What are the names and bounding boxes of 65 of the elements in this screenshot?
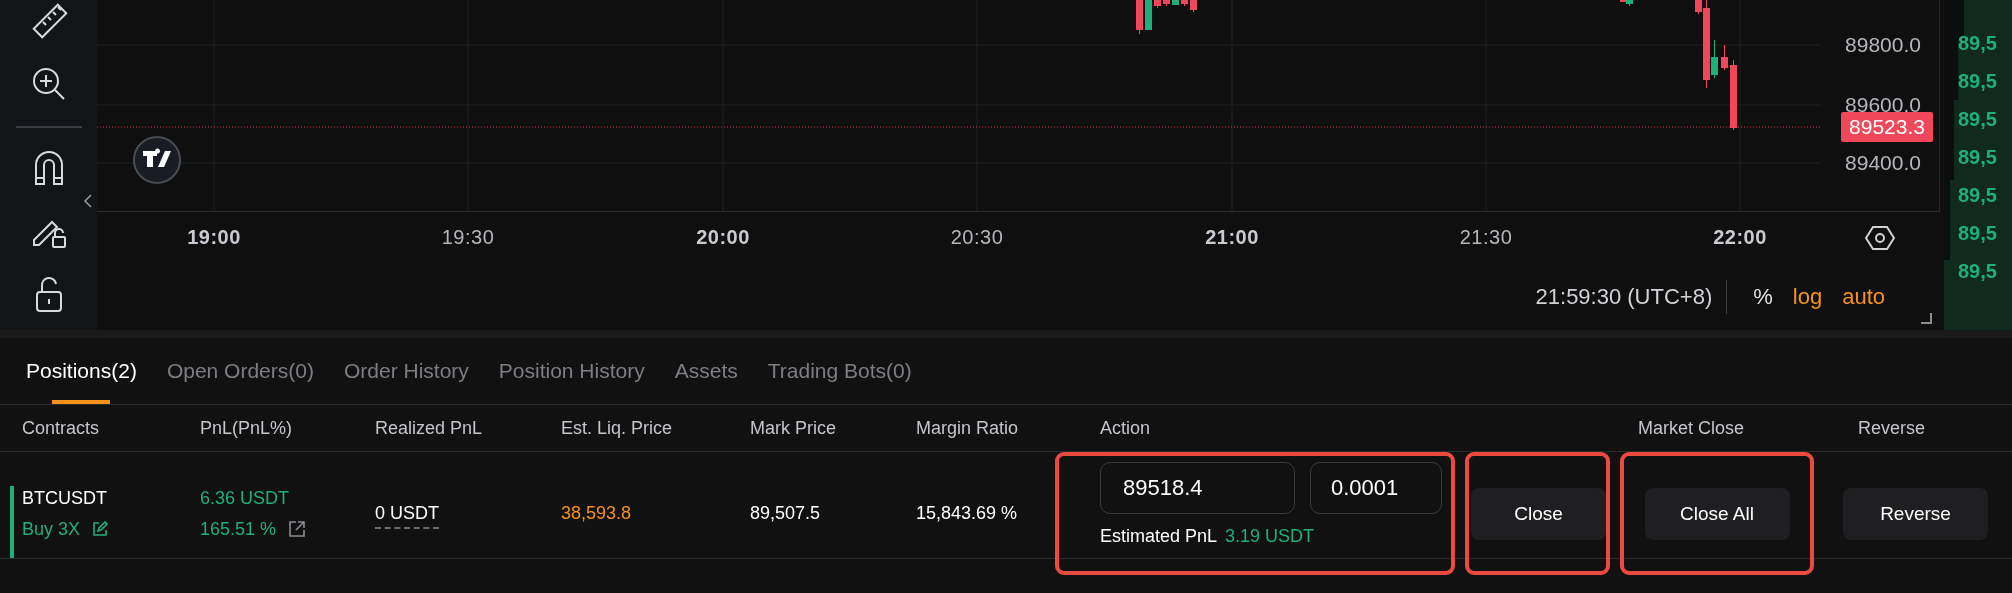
quantity-input[interactable]: 0.0001 xyxy=(1310,462,1442,514)
candlestick xyxy=(1163,0,1170,7)
realized-pnl: 0 USDT xyxy=(375,503,439,529)
column-header: Reverse xyxy=(1857,417,1926,438)
edit-icon[interactable] xyxy=(92,521,109,537)
tab[interactable]: Assets xyxy=(674,338,738,404)
pnl-value: 6.36 USDT xyxy=(200,487,291,509)
order-book-price: 89,5 xyxy=(1957,146,1998,169)
liquidation-price: 38,593.8 xyxy=(561,503,632,523)
scale-button[interactable]: % xyxy=(1743,284,1783,310)
column-header: PnL(PnL%) xyxy=(200,417,293,438)
share-icon[interactable] xyxy=(288,520,307,538)
price-axis-label: 89800.0 xyxy=(1845,33,1921,57)
order-book-price: 89,5 xyxy=(1957,70,1998,93)
pnl-percent: 165.51 % xyxy=(200,518,277,540)
order-book-price: 89,5 xyxy=(1957,32,1998,55)
tab[interactable]: Positions(2) xyxy=(26,338,137,404)
time-axis-label: 20:30 xyxy=(950,226,1004,249)
order-book-price: 89,5 xyxy=(1957,184,1998,207)
clock-text: 21:59:30 (UTC+8) xyxy=(1535,284,1714,310)
candlestick xyxy=(1172,0,1179,6)
column-header: Realized PnL xyxy=(375,417,483,438)
order-book-price: 89,5 xyxy=(1957,260,1998,283)
estimated-pnl-text: Estimated PnL 3.19 USDT xyxy=(1100,526,1316,547)
last-price-label: 89523.3 xyxy=(1841,112,1933,142)
scale-button[interactable]: log xyxy=(1782,284,1833,310)
tab[interactable]: Position History xyxy=(498,338,645,404)
candlestick xyxy=(1721,44,1728,71)
candlestick xyxy=(1154,0,1161,9)
column-header: Action xyxy=(1099,417,1151,438)
candlestick xyxy=(1145,0,1152,31)
settings-icon[interactable] xyxy=(1865,223,1895,253)
position-side: Buy 3X xyxy=(22,518,81,540)
candlestick xyxy=(1181,0,1188,7)
price-input[interactable]: 89518.4 xyxy=(1100,462,1295,514)
candlestick xyxy=(1136,0,1143,35)
time-axis-label: 19:30 xyxy=(441,226,495,249)
column-header: Contracts xyxy=(22,417,100,438)
time-axis-label: 21:00 xyxy=(1205,226,1259,249)
margin-ratio: 15,843.69 % xyxy=(916,503,1018,523)
time-axis-label: 20:00 xyxy=(696,226,750,249)
close-button[interactable]: Close xyxy=(1471,487,1606,540)
column-header: Est. Liq. Price xyxy=(561,417,673,438)
candlestick xyxy=(1730,59,1737,131)
tab[interactable]: Trading Bots(0) xyxy=(767,338,912,404)
column-header: Margin Ratio xyxy=(916,417,1019,438)
time-axis-label: 22:00 xyxy=(1713,226,1767,249)
tab[interactable]: Open Orders(0) xyxy=(166,338,314,404)
column-header: Market Close xyxy=(1638,417,1745,438)
mark-price: 89,507.5 xyxy=(750,503,821,523)
order-book-price: 89,5 xyxy=(1957,222,1998,245)
time-axis-label: 19:00 xyxy=(187,226,241,249)
candlestick xyxy=(1190,0,1197,13)
close-all-button[interactable]: Close All xyxy=(1644,487,1790,540)
contract-name[interactable]: BTCUSDT xyxy=(22,487,200,509)
collapse-chevron-icon[interactable] xyxy=(83,193,93,209)
tab[interactable]: Order History xyxy=(343,338,469,404)
reverse-button[interactable]: Reverse xyxy=(1843,487,1988,540)
chart-logo-icon[interactable] xyxy=(133,136,181,184)
time-axis-label: 21:30 xyxy=(1459,226,1513,249)
scale-button[interactable]: auto xyxy=(1832,284,1895,310)
column-header: Mark Price xyxy=(750,417,836,438)
order-book-price: 89,5 xyxy=(1957,108,1998,131)
resize-corner-icon[interactable] xyxy=(1920,312,1932,324)
price-axis-label: 89400.0 xyxy=(1845,151,1921,175)
